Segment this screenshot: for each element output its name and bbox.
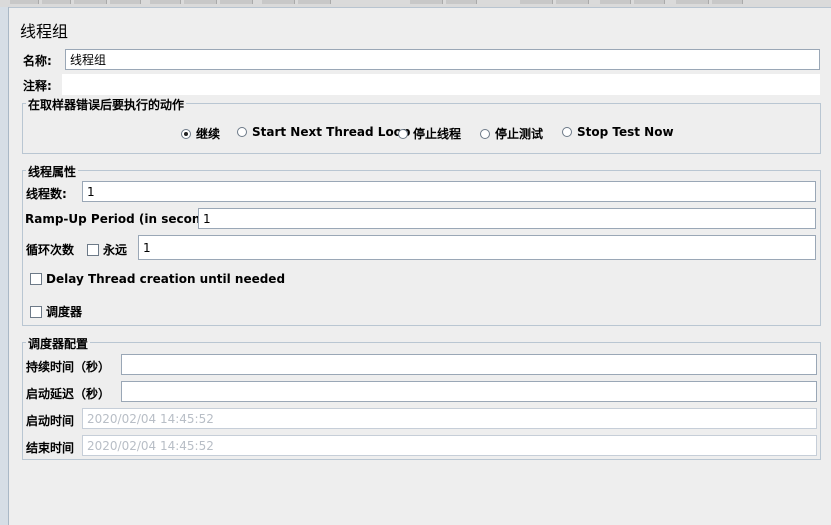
scheduler-label: 调度器 [46, 305, 83, 319]
scheduler-checkbox[interactable]: 调度器 [30, 303, 82, 320]
start-time-label: 启动时间 [26, 414, 75, 428]
left-splitter[interactable] [0, 7, 9, 525]
num-threads-label: 线程数: [26, 187, 67, 201]
radio-label: 继续 [196, 127, 221, 141]
start-time-input[interactable] [82, 408, 817, 429]
radio-label: 停止线程 [413, 127, 462, 141]
loop-count-input[interactable] [138, 235, 816, 260]
radio-label: Start Next Thread Loop [252, 125, 411, 139]
end-time-label: 结束时间 [26, 441, 75, 455]
duration-label: 持续时间（秒） [26, 360, 111, 374]
checkbox-icon [87, 243, 99, 256]
checkbox-icon [30, 305, 42, 318]
radio-label: Stop Test Now [577, 125, 674, 139]
name-label: 名称: [23, 54, 52, 68]
forever-label: 永远 [103, 243, 128, 257]
forever-checkbox[interactable]: 永远 [87, 241, 127, 258]
loop-count-label: 循环次数 [26, 243, 75, 257]
delay-thread-label: Delay Thread creation until needed [46, 272, 286, 286]
duration-input[interactable] [121, 354, 817, 375]
ramp-up-label: Ramp-Up Period (in seconds): [25, 212, 227, 226]
checkbox-icon [30, 273, 42, 285]
comment-input[interactable] [62, 74, 820, 95]
delay-thread-checkbox[interactable]: Delay Thread creation until needed [30, 272, 285, 286]
radio-start-next-thread-loop[interactable]: Start Next Thread Loop [237, 125, 411, 139]
num-threads-input[interactable] [82, 181, 816, 202]
radio-icon [398, 128, 408, 139]
name-input[interactable] [65, 49, 820, 70]
ramp-up-input[interactable] [198, 208, 816, 229]
radio-stop-test[interactable]: 停止测试 [480, 125, 543, 142]
radio-selected-icon [181, 128, 191, 139]
radio-icon [562, 127, 572, 137]
radio-label: 停止测试 [495, 127, 544, 141]
radio-stop-test-now[interactable]: Stop Test Now [562, 125, 674, 139]
radio-continue[interactable]: 继续 [181, 125, 220, 142]
error-action-legend: 在取样器错误后要执行的动作 [26, 96, 187, 113]
top-tab-strip [0, 0, 831, 8]
startup-delay-label: 启动延迟（秒） [26, 387, 111, 401]
radio-stop-thread[interactable]: 停止线程 [398, 125, 461, 142]
comment-label: 注释: [23, 79, 52, 93]
end-time-input[interactable] [82, 435, 817, 456]
thread-properties-legend: 线程属性 [26, 163, 79, 180]
scheduler-config-legend: 调度器配置 [26, 335, 91, 352]
radio-icon [480, 128, 490, 139]
panel-title: 线程组 [20, 22, 69, 41]
radio-icon [237, 127, 247, 137]
startup-delay-input[interactable] [121, 381, 817, 402]
